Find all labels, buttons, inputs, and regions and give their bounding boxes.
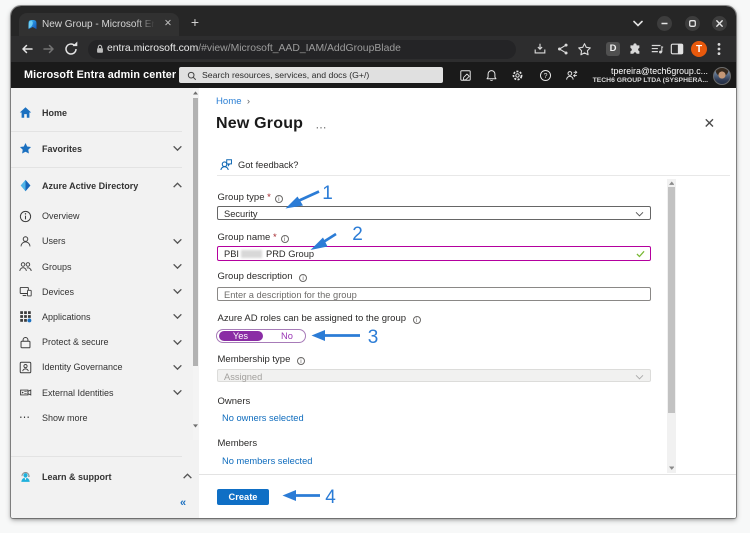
svg-text:1: 1: [322, 183, 333, 204]
svg-text:3: 3: [367, 327, 378, 348]
svg-text:?: ?: [543, 72, 547, 79]
svg-text:2: 2: [352, 224, 363, 245]
svg-text:4: 4: [325, 487, 336, 508]
